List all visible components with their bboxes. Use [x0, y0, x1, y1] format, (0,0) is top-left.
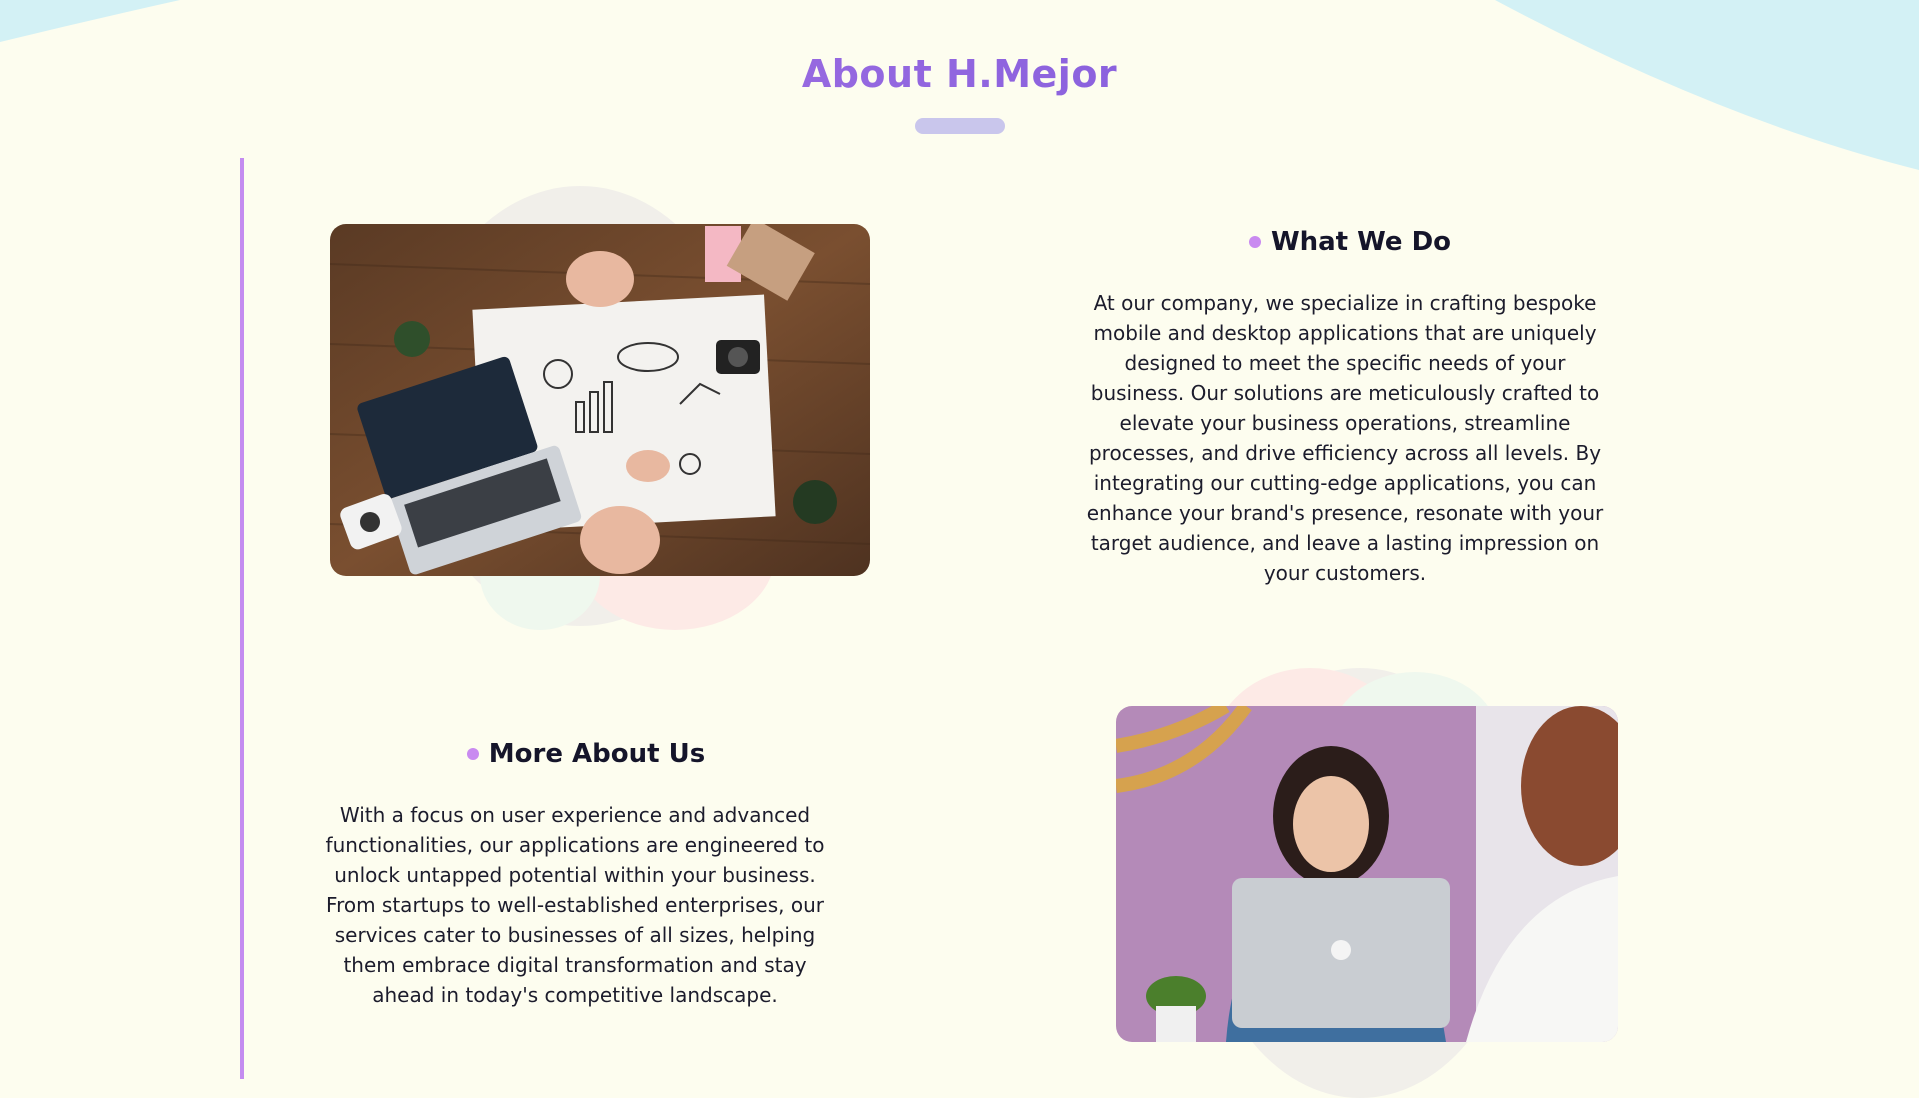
more-about-us-heading: More About Us	[236, 734, 936, 774]
timeline-line	[240, 158, 244, 1079]
more-about-us-heading-text: More About Us	[488, 739, 706, 769]
bullet-dot-icon	[466, 748, 479, 760]
title-underline	[915, 118, 1005, 134]
bullet-dot-icon	[1248, 236, 1261, 248]
woman-with-laptop-photo	[1116, 706, 1618, 1042]
what-we-do-heading: What We Do	[1000, 222, 1700, 262]
page-title: About H.Mejor	[0, 52, 1919, 96]
business-planning-desk-photo	[330, 224, 870, 576]
more-about-us-body: With a focus on user experience and adva…	[325, 803, 825, 1007]
background-wave-decoration	[0, 0, 1919, 170]
what-we-do-heading-text: What We Do	[1270, 227, 1452, 257]
what-we-do-body: At our company, we specialize in craftin…	[1086, 291, 1604, 585]
